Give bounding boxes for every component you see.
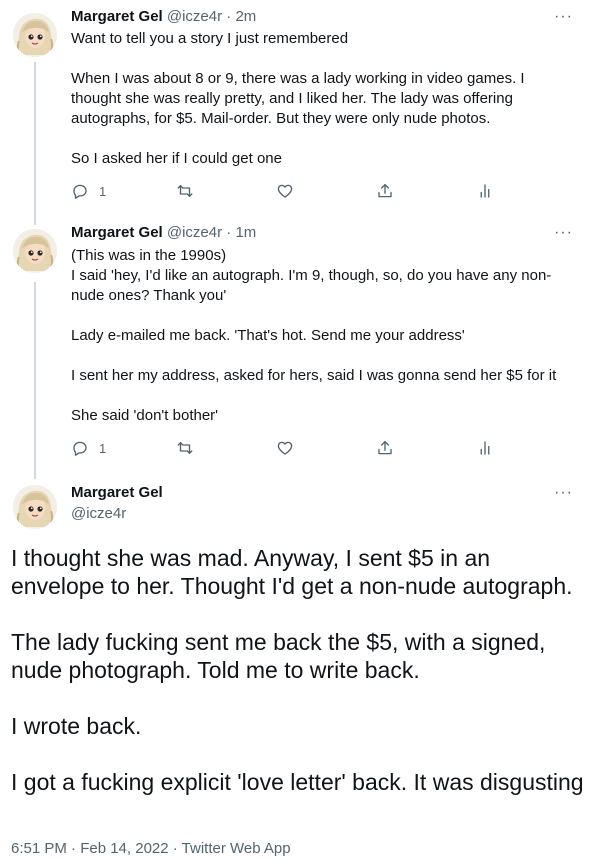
separator: · xyxy=(222,224,236,241)
reply-count: 1 xyxy=(99,183,107,199)
share-icon xyxy=(376,182,394,200)
more-icon[interactable]: ··· xyxy=(554,224,573,242)
more-icon[interactable]: ··· xyxy=(554,8,573,26)
tweet-paragraph: I got a fucking explicit 'love letter' b… xyxy=(11,769,584,795)
tweet-text: Want to tell you a story I just remember… xyxy=(71,29,576,169)
author-name[interactable]: Margaret Gel xyxy=(71,224,163,241)
like-button[interactable] xyxy=(276,438,294,458)
tweet-text: (This was in the 1990s) I said 'hey, I'd… xyxy=(71,246,576,426)
author-handle[interactable]: @icze4r xyxy=(167,8,222,25)
reply-button[interactable]: 1 xyxy=(71,438,106,458)
like-icon xyxy=(276,182,294,200)
retweet-button[interactable] xyxy=(176,181,194,201)
analytics-button[interactable] xyxy=(476,438,494,458)
like-button[interactable] xyxy=(276,181,294,201)
author-handle[interactable]: @icze4r xyxy=(71,504,126,524)
action-bar: 1 xyxy=(71,181,501,201)
tweet-paragraph: When I was about 8 or 9, there was a lad… xyxy=(71,70,529,127)
retweet-icon xyxy=(176,439,194,457)
tweet-header: Margaret Gel @icze4r · 2m xyxy=(71,7,256,27)
reply-button[interactable]: 1 xyxy=(71,181,106,201)
share-button[interactable] xyxy=(376,438,394,458)
analytics-button[interactable] xyxy=(476,181,494,201)
retweet-button[interactable] xyxy=(176,438,194,458)
share-button[interactable] xyxy=(376,181,394,201)
tweet-paragraph: I thought she was mad. Anyway, I sent $5… xyxy=(11,545,573,599)
author-name[interactable]: Margaret Gel xyxy=(71,483,163,503)
action-bar: 1 xyxy=(71,438,501,458)
more-icon[interactable]: ··· xyxy=(554,484,573,502)
avatar[interactable] xyxy=(13,13,57,57)
tweet-timestamp[interactable]: 6:51 PM · Feb 14, 2022 · Twitter Web App xyxy=(11,840,291,857)
tweet-paragraph: Lady e-mailed me back. 'That's hot. Send… xyxy=(71,327,465,344)
retweet-icon xyxy=(176,182,194,200)
share-icon xyxy=(376,439,394,457)
avatar[interactable] xyxy=(13,485,57,529)
avatar[interactable] xyxy=(13,229,57,273)
like-icon xyxy=(276,439,294,457)
tweet-paragraph: So I asked her if I could get one xyxy=(71,150,282,167)
focused-tweet-text: I thought she was mad. Anyway, I sent $5… xyxy=(11,544,586,796)
tweet-time[interactable]: 1m xyxy=(235,224,256,241)
tweet-paragraph: She said 'don't bother' xyxy=(71,407,219,424)
analytics-icon xyxy=(476,439,494,457)
tweet[interactable]: Margaret Gel @icze4r · 1m ··· (This was … xyxy=(0,216,595,474)
reply-count: 1 xyxy=(99,440,107,456)
reply-icon xyxy=(71,182,89,200)
tweet[interactable]: Margaret Gel @icze4r · 2m ··· Want to te… xyxy=(0,0,595,216)
tweet-header: Margaret Gel @icze4r · 1m xyxy=(71,223,256,243)
tweet-paragraph: I wrote back. xyxy=(11,713,142,739)
tweet-paragraph: The lady fucking sent me back the $5, wi… xyxy=(11,629,552,683)
author-name[interactable]: Margaret Gel xyxy=(71,8,163,25)
author-handle[interactable]: @icze4r xyxy=(167,224,222,241)
separator: · xyxy=(222,8,236,25)
analytics-icon xyxy=(476,182,494,200)
tweet-paragraph: Want to tell you a story I just remember… xyxy=(71,30,349,47)
tweet-paragraph: (This was in the 1990s) I said 'hey, I'd… xyxy=(71,247,552,304)
tweet-paragraph: I sent her my address, asked for hers, s… xyxy=(71,367,557,384)
reply-icon xyxy=(71,439,89,457)
tweet-time[interactable]: 2m xyxy=(235,8,256,25)
